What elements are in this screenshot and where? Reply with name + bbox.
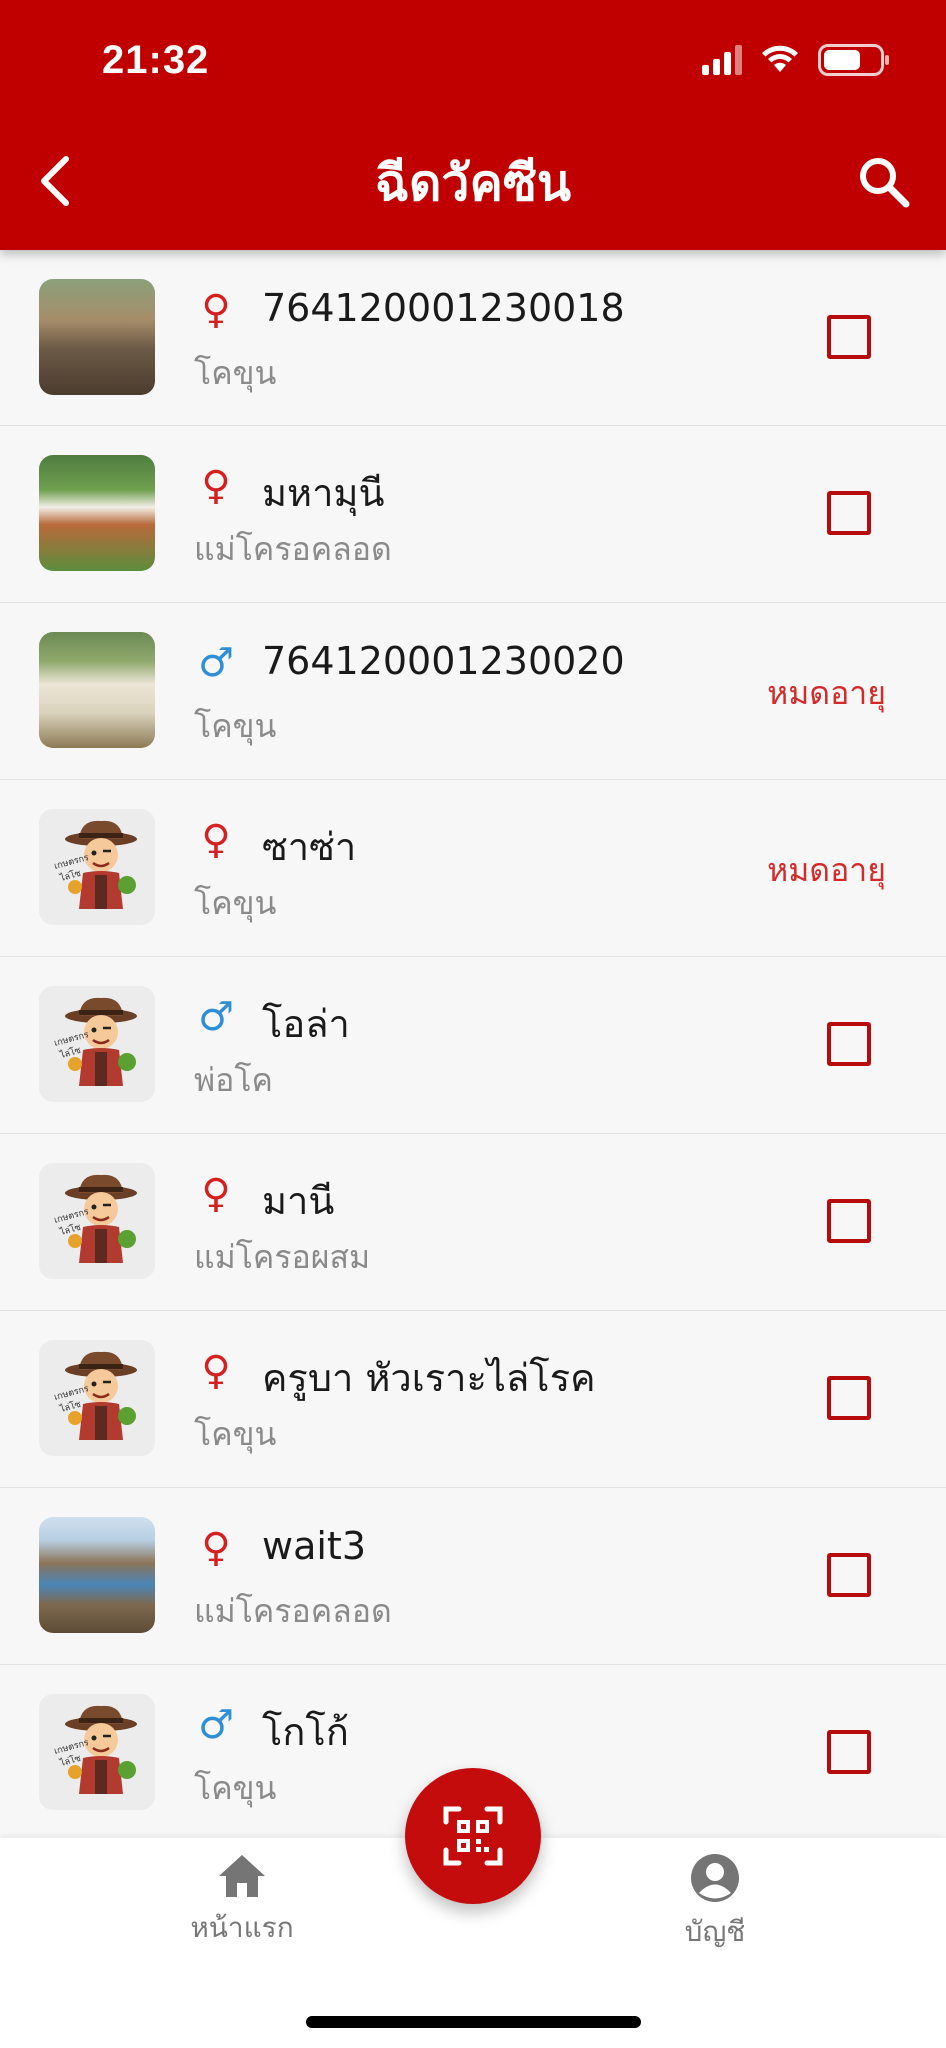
animal-row[interactable]: ♀ 764120001230018 โคขุน: [0, 250, 946, 426]
animal-row[interactable]: เกษตรกร ไล่โซ ♀ ซาซ่าโคขุน หมดอายุ: [0, 780, 946, 957]
account-icon: [691, 1854, 739, 1902]
search-button[interactable]: [856, 154, 912, 210]
farmer-avatar-image: เกษตรกร ไล่โซ: [39, 1340, 155, 1456]
nav-account[interactable]: บัญชี: [635, 1852, 795, 1954]
female-icon: ♀: [201, 1525, 231, 1571]
status-time: 21:32: [102, 38, 210, 82]
select-checkbox[interactable]: [827, 1199, 871, 1243]
animal-row[interactable]: เกษตรกร ไล่โซ ♀ ครูบา หัวเราะไล่โรคโคขุน: [0, 1311, 946, 1488]
qr-scan-button[interactable]: [405, 1768, 541, 1904]
home-icon: [219, 1855, 265, 1897]
animal-name: ครูบา หัวเราะไล่โรค: [262, 1356, 596, 1400]
svg-text:เกษตรกร: เกษตรกร: [53, 1207, 90, 1226]
nav-account-label: บัญชี: [684, 1915, 746, 1948]
svg-text:เกษตรกร: เกษตรกร: [53, 853, 90, 872]
animal-name: โกโก้: [262, 1710, 349, 1754]
expired-status: หมดอายุ: [767, 851, 886, 889]
animal-photo: [39, 632, 155, 748]
animal-row[interactable]: ♀ wait3 แม่โครอคลอด: [0, 1488, 946, 1665]
select-checkbox[interactable]: [827, 1022, 871, 1066]
animal-row[interactable]: ♂ 764120001230020 โคขุน หมดอายุ: [0, 603, 946, 780]
animal-type: โคขุน: [194, 354, 277, 392]
animal-name: มานี: [262, 1179, 335, 1223]
male-icon: ♂: [198, 994, 234, 1040]
animal-name: wait3: [262, 1524, 366, 1568]
select-checkbox[interactable]: [827, 315, 871, 359]
svg-text:เกษตรกร: เกษตรกร: [53, 1030, 90, 1049]
wifi-icon: [762, 45, 798, 72]
nav-home[interactable]: หน้าแรก: [162, 1852, 322, 1950]
animal-row[interactable]: เกษตรกร ไล่โซ ♀ มานีแม่โครอผสม: [0, 1134, 946, 1311]
animal-name: 764120001230020: [262, 639, 625, 683]
animal-type: โคขุน: [194, 1769, 277, 1807]
male-icon: ♂: [198, 1702, 234, 1748]
svg-text:เกษตรกร: เกษตรกร: [53, 1384, 90, 1403]
expired-status: หมดอายุ: [767, 674, 886, 712]
svg-text:เกษตรกร: เกษตรกร: [53, 1738, 90, 1757]
select-checkbox[interactable]: [827, 1553, 871, 1597]
animal-photo: [39, 455, 155, 571]
farmer-avatar-image: เกษตรกร ไล่โซ: [39, 986, 155, 1102]
home-indicator: [306, 2016, 641, 2028]
qr-scan-icon: [443, 1806, 503, 1866]
female-icon: ♀: [201, 817, 231, 863]
animal-type: แม่โครอคลอด: [194, 530, 392, 568]
animal-type: โคขุน: [194, 884, 277, 922]
select-checkbox[interactable]: [827, 491, 871, 535]
animal-photo: [39, 1517, 155, 1633]
animal-name: 764120001230018: [262, 286, 625, 330]
female-icon: ♀: [201, 287, 231, 333]
page-title: ฉีดวัคซีน: [374, 154, 572, 212]
animal-row[interactable]: เกษตรกร ไล่โซ ♂ โอล่าพ่อโค: [0, 957, 946, 1134]
farmer-avatar-image: เกษตรกร ไล่โซ: [39, 809, 155, 925]
farmer-avatar-image: เกษตรกร ไล่โซ: [39, 1694, 155, 1810]
battery-icon: [818, 44, 889, 76]
animal-type: โคขุน: [194, 707, 277, 745]
search-icon: [860, 158, 910, 208]
nav-home-label: หน้าแรก: [190, 1911, 294, 1944]
animal-name: โอล่า: [262, 1002, 350, 1046]
farmer-avatar-image: เกษตรกร ไล่โซ: [39, 1163, 155, 1279]
animal-type: โคขุน: [194, 1415, 277, 1453]
animal-name: มหามุนี: [262, 471, 385, 515]
select-checkbox[interactable]: [827, 1376, 871, 1420]
male-icon: ♂: [198, 640, 234, 686]
cellular-signal-icon: [702, 45, 742, 75]
animal-row[interactable]: ♀ มหามุนีแม่โครอคลอด: [0, 426, 946, 603]
animal-type: พ่อโค: [194, 1061, 273, 1099]
female-icon: ♀: [201, 1171, 231, 1217]
animal-type: แม่โครอผสม: [194, 1238, 371, 1276]
animal-list: ♀ 764120001230018 โคขุน ♀ มหามุนีแม่โครอคลอด…: [0, 250, 946, 1842]
select-checkbox[interactable]: [827, 1730, 871, 1774]
animal-name: ซาซ่า: [262, 825, 357, 869]
female-icon: ♀: [201, 1348, 231, 1394]
female-icon: ♀: [201, 463, 231, 509]
animal-type: แม่โครอคลอด: [194, 1592, 392, 1630]
app-header: 21:32 ฉีดวัคซีน: [0, 0, 946, 250]
animal-photo: [39, 279, 155, 395]
status-icons: [702, 44, 889, 76]
